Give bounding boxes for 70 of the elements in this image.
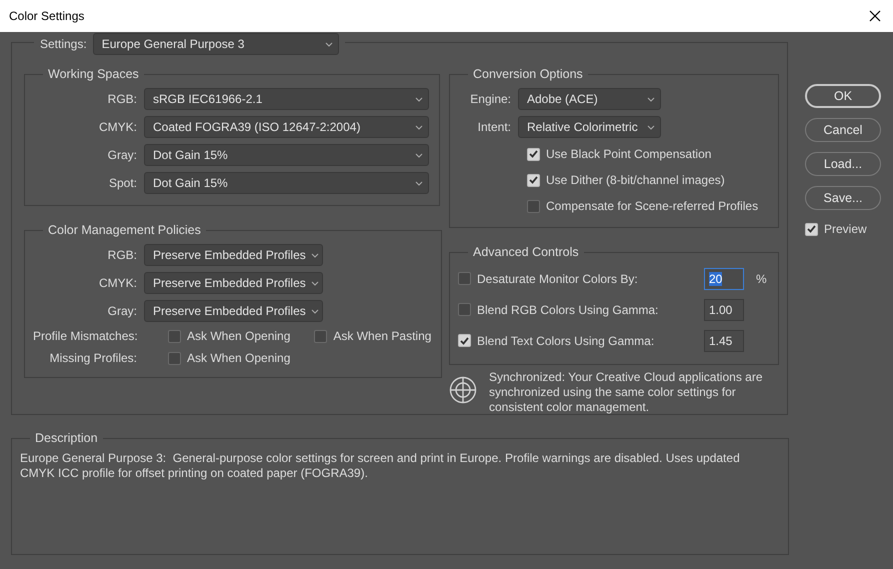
policy-dropdown[interactable]: Preserve Embedded Profiles: [144, 244, 323, 266]
field-label: Intent:: [476, 120, 512, 134]
field-label: Gray:: [106, 148, 138, 162]
caret-icon: [324, 42, 333, 46]
checkbox-label[interactable]: Use Dither (8-bit/channel images): [546, 173, 725, 187]
caret-icon: [415, 124, 423, 130]
group-title: Description: [34, 431, 99, 445]
checkbox[interactable]: [458, 303, 471, 316]
description-text: Europe General Purpose 3: General-purpose color settings for screen and print in Europe. Profile warnings are disabled. Uses updated CMYK ICC profile for offset printing on coated paper (FOGRA39).: [20, 450, 741, 481]
caret-icon: [311, 280, 319, 286]
caret-icon: [311, 308, 319, 314]
close-icon[interactable]: [869, 10, 881, 22]
option-dropdown[interactable]: Adobe (ACE): [518, 88, 661, 110]
number-field[interactable]: 20: [704, 268, 744, 290]
field-label: CMYK:: [98, 276, 138, 290]
checkbox[interactable]: [527, 174, 540, 186]
caret-icon: [311, 252, 319, 258]
checkbox[interactable]: [168, 330, 181, 342]
checkbox[interactable]: [168, 352, 181, 364]
group-title: Color Management Policies: [47, 223, 202, 237]
checkbox[interactable]: [527, 148, 540, 160]
field-label: Missing Profiles:: [48, 351, 138, 365]
checkbox-label[interactable]: Ask When Opening: [187, 329, 290, 343]
dialog-button[interactable]: OK: [805, 84, 881, 108]
checkbox-label[interactable]: Preview: [824, 222, 867, 236]
group-title: Conversion Options: [472, 67, 584, 81]
settings-dropdown[interactable]: Europe General Purpose 3: [92, 33, 339, 55]
group-title: Working Spaces: [47, 67, 140, 81]
checkbox[interactable]: [805, 222, 818, 236]
checkbox-label[interactable]: Compensate for Scene-referred Profiles: [546, 199, 758, 213]
field-label: Spot:: [108, 176, 138, 190]
checkbox-label[interactable]: Desaturate Monitor Colors By:: [477, 272, 638, 286]
crosshair-icon: [449, 376, 477, 404]
caret-icon: [647, 124, 655, 130]
field-label: RGB:: [106, 248, 138, 262]
profile-dropdown[interactable]: Coated FOGRA39 (ISO 12647-2:2004): [144, 116, 429, 138]
settings-label: Settings:: [40, 37, 87, 51]
option-dropdown[interactable]: Relative Colorimetric: [518, 116, 661, 138]
policy-dropdown[interactable]: Preserve Embedded Profiles: [144, 300, 323, 322]
field-label: CMYK:: [98, 120, 138, 134]
field-label: Profile Mismatches:: [33, 329, 139, 343]
profile-dropdown[interactable]: sRGB IEC61966-2.1: [144, 88, 429, 110]
group-title: Advanced Controls: [472, 245, 580, 259]
dialog-button[interactable]: Load...: [805, 152, 881, 176]
checkbox-label[interactable]: Use Black Point Compensation: [546, 147, 712, 161]
unit-label: %: [756, 272, 767, 286]
profile-dropdown[interactable]: Dot Gain 15%: [144, 144, 429, 166]
window-title: Color Settings: [9, 9, 84, 23]
checkbox[interactable]: [527, 200, 540, 212]
field-label: Engine:: [469, 92, 512, 106]
checkbox[interactable]: [458, 272, 471, 285]
caret-icon: [647, 96, 655, 102]
checkbox-label[interactable]: Blend RGB Colors Using Gamma:: [477, 302, 658, 316]
checkbox[interactable]: [458, 334, 471, 347]
dialog-button[interactable]: Cancel: [805, 118, 881, 142]
number-field[interactable]: 1.45: [704, 330, 744, 352]
checkbox-label[interactable]: Ask When Opening: [187, 351, 290, 365]
number-field[interactable]: 1.00: [704, 298, 744, 320]
checkbox-label[interactable]: Ask When Pasting: [333, 329, 432, 343]
caret-icon: [415, 180, 423, 186]
field-label: RGB:: [106, 92, 138, 106]
caret-icon: [415, 96, 423, 102]
checkbox-label[interactable]: Blend Text Colors Using Gamma:: [477, 334, 654, 348]
field-label: Gray:: [106, 304, 138, 318]
dialog-button[interactable]: Save...: [805, 186, 881, 210]
checkbox[interactable]: [314, 330, 328, 342]
sync-message: Synchronized: Your Creative Cloud applications are synchronized using the same color settings for consistent color management.: [489, 370, 764, 415]
profile-dropdown[interactable]: Dot Gain 15%: [144, 172, 429, 194]
caret-icon: [415, 152, 423, 158]
policy-dropdown[interactable]: Preserve Embedded Profiles: [144, 272, 323, 294]
